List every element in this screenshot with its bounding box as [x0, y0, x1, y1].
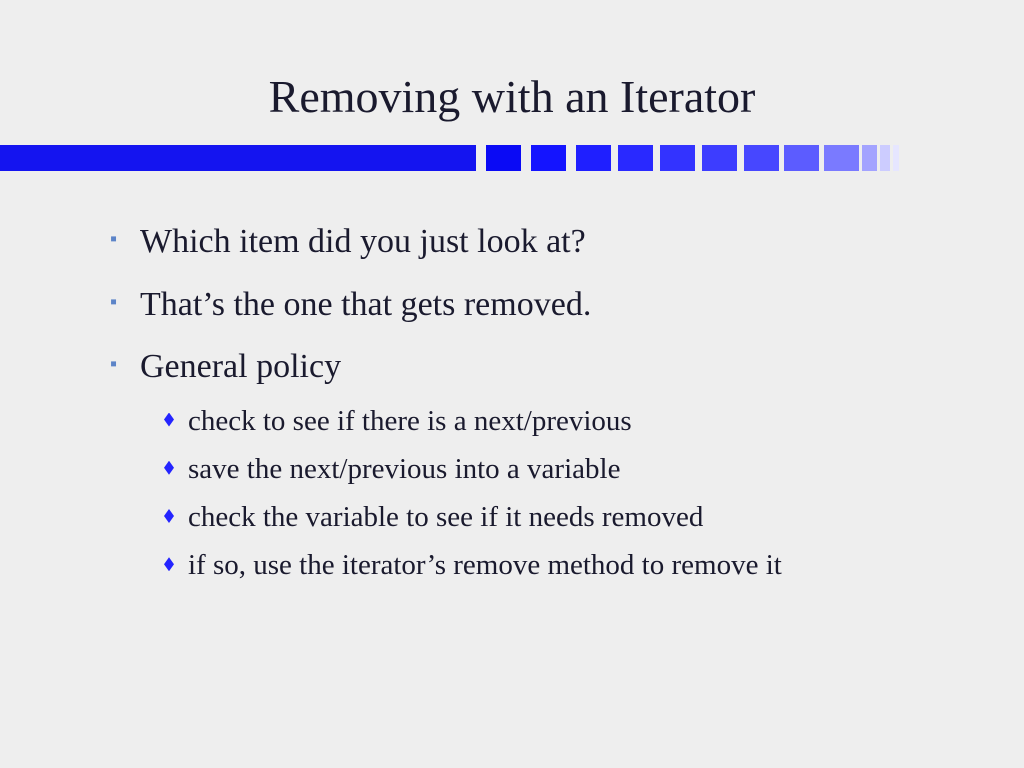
- bullet-item: That’s the one that gets removed.: [110, 284, 964, 327]
- divider-bar: [0, 145, 1024, 171]
- bullet-text: That’s the one that gets removed.: [140, 286, 591, 323]
- slide: Removing with an Iterator Which item did…: [0, 0, 1024, 768]
- sub-bullet-item: save the next/previous into a variable: [164, 451, 964, 487]
- slide-title: Removing with an Iterator: [0, 0, 1024, 145]
- content-area: Which item did you just look at? That’s …: [0, 171, 1024, 584]
- bullet-text: Which item did you just look at?: [140, 223, 586, 260]
- bullet-item: General policy check to see if there is …: [110, 346, 964, 584]
- bullet-text: General policy: [140, 348, 341, 385]
- sub-bullet-text: save the next/previous into a variable: [188, 453, 620, 485]
- sub-bullet-text: if so, use the iterator’s remove method …: [188, 549, 782, 581]
- sub-bullet-text: check to see if there is a next/previous: [188, 405, 632, 437]
- sub-bullet-text: check the variable to see if it needs re…: [188, 501, 703, 533]
- bullet-item: Which item did you just look at?: [110, 221, 964, 264]
- sub-bullet-item: check to see if there is a next/previous: [164, 403, 964, 439]
- sub-bullet-item: if so, use the iterator’s remove method …: [164, 547, 964, 583]
- sub-bullet-item: check the variable to see if it needs re…: [164, 499, 964, 535]
